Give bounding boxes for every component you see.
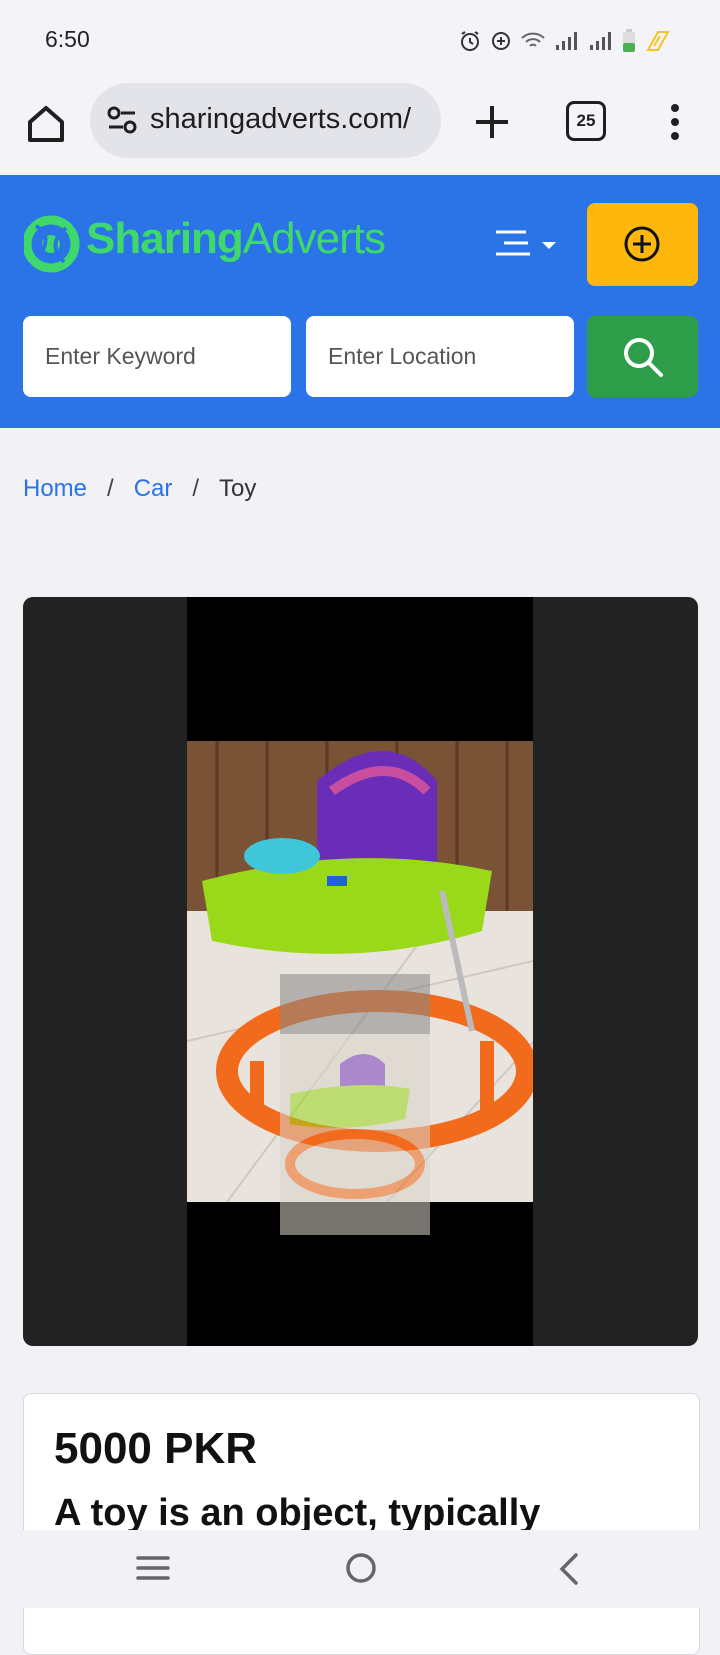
status-bar: 6:50 bbox=[0, 0, 720, 80]
data-saver-icon bbox=[492, 32, 510, 50]
listing-title: A toy is an object, typically bbox=[54, 1492, 541, 1534]
home-nav-icon[interactable] bbox=[344, 1553, 378, 1587]
breadcrumb-current: Toy bbox=[219, 475, 257, 502]
location-input[interactable]: Enter Location bbox=[306, 316, 574, 397]
more-menu-icon[interactable] bbox=[660, 100, 690, 144]
back-icon[interactable] bbox=[556, 1553, 580, 1585]
wifi-icon bbox=[521, 32, 545, 47]
address-bar[interactable]: sharingadverts.com/ bbox=[90, 83, 441, 158]
battery-icon bbox=[623, 29, 635, 52]
url-text: sharingadverts.com/ bbox=[150, 103, 412, 135]
breadcrumb: Home / Car / Toy bbox=[23, 475, 256, 503]
search-icon bbox=[624, 338, 663, 377]
home-icon[interactable] bbox=[22, 100, 70, 148]
signal-icon-1 bbox=[556, 32, 577, 50]
signal-icon-2 bbox=[590, 32, 611, 50]
breadcrumb-separator: / bbox=[107, 475, 114, 502]
breadcrumb-separator: / bbox=[192, 475, 200, 502]
listing-details-card: 5000 PKR A toy is an object, typically bbox=[23, 1393, 700, 1655]
post-ad-button[interactable] bbox=[587, 203, 698, 286]
logo-word-2: Adverts bbox=[242, 214, 386, 263]
gallery-thumbnail-overlay[interactable] bbox=[280, 974, 430, 1235]
tab-switcher-button[interactable]: 25 bbox=[566, 101, 606, 141]
recents-icon[interactable] bbox=[136, 1553, 170, 1583]
keyword-input[interactable]: Enter Keyword bbox=[23, 316, 291, 397]
alarm-icon bbox=[461, 31, 479, 51]
status-icons bbox=[458, 26, 672, 56]
logo-word-1: Sharing bbox=[86, 214, 244, 263]
site-settings-icon[interactable] bbox=[106, 105, 138, 135]
new-tab-icon[interactable] bbox=[468, 98, 516, 146]
site-logo-text[interactable]: SharingAdverts bbox=[86, 214, 386, 264]
listing-price: 5000 PKR bbox=[54, 1424, 258, 1473]
search-button[interactable] bbox=[587, 316, 698, 397]
menu-toggle-icon[interactable] bbox=[494, 228, 564, 262]
breadcrumb-category[interactable]: Car bbox=[134, 475, 173, 503]
breadcrumb-home[interactable]: Home bbox=[23, 475, 87, 503]
charging-icon bbox=[646, 31, 670, 51]
status-time: 6:50 bbox=[45, 26, 90, 52]
plus-circle-icon bbox=[624, 226, 660, 262]
image-gallery[interactable] bbox=[23, 597, 698, 1346]
